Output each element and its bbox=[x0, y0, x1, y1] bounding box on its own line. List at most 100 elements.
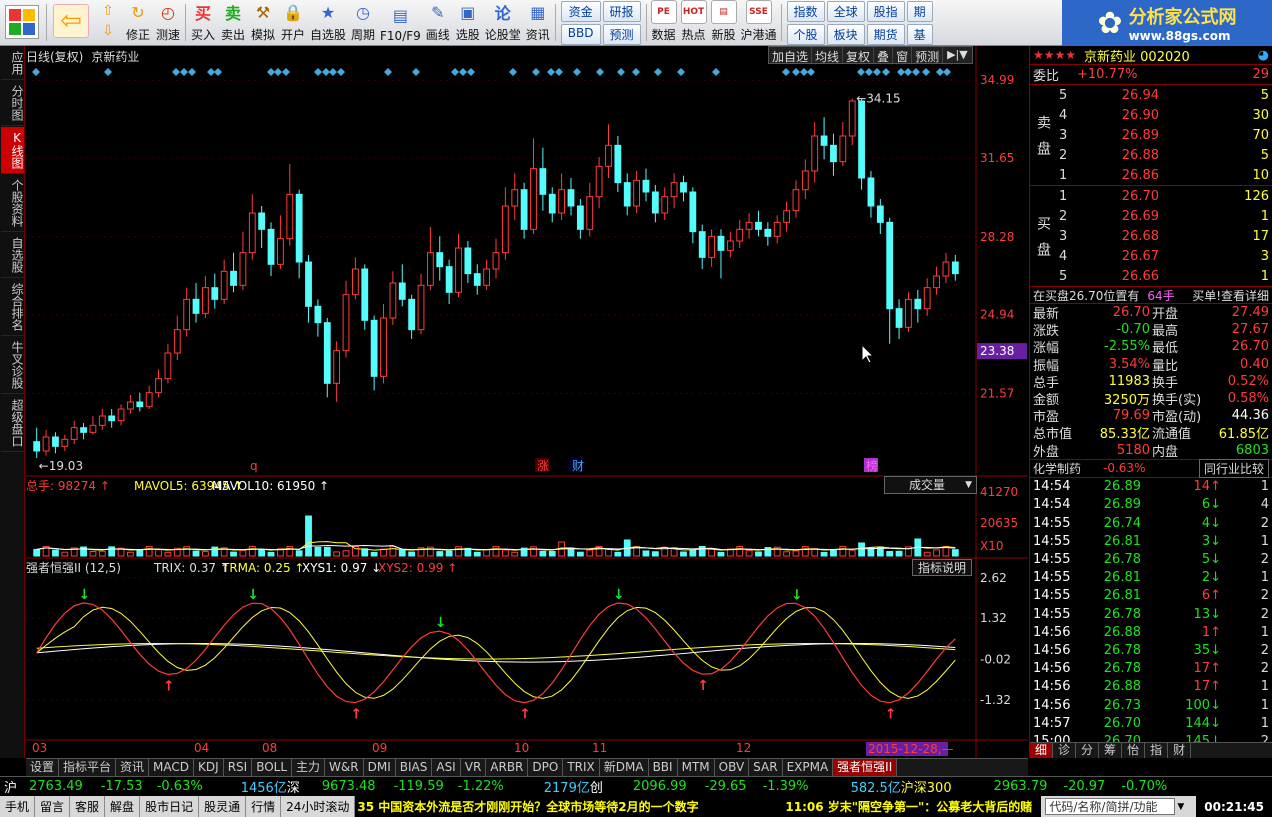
watchlist-button[interactable]: ★ 自选股 bbox=[308, 0, 348, 45]
indicator-tab-5[interactable]: RSI bbox=[224, 759, 253, 776]
status-btn-0[interactable]: 手机 bbox=[0, 796, 36, 817]
indicator-tab-15[interactable]: TRIX bbox=[563, 759, 600, 776]
kline-chart-area[interactable]: 34.99 31.65 28.28 24.94 21.57 23.38 ←34.15 ←19.… bbox=[26, 46, 1028, 758]
sell-button[interactable]: 卖卖出 bbox=[218, 0, 248, 45]
left-tab-5[interactable]: 综合排名 bbox=[1, 279, 24, 336]
status-btn-6[interactable]: 行情 bbox=[246, 796, 282, 817]
back-button[interactable]: ⇦ bbox=[49, 0, 93, 45]
buy-button[interactable]: 买买入 bbox=[188, 0, 218, 45]
market-btn-5[interactable]: 板块 bbox=[826, 23, 865, 45]
volume-selector[interactable]: 成交量 ▼ bbox=[884, 476, 977, 494]
sell-level-row[interactable]: 2 26.88 5 bbox=[1056, 145, 1272, 165]
left-tab-6[interactable]: 牛叉诊股 bbox=[1, 337, 24, 394]
indicator-tab-2[interactable]: 资讯 bbox=[116, 759, 150, 776]
quote-tab-6[interactable]: 财 bbox=[1168, 743, 1192, 758]
event-marker[interactable]: 榜 bbox=[866, 458, 878, 473]
quote-tab-2[interactable]: 分 bbox=[1076, 743, 1100, 758]
event-marker[interactable]: q bbox=[250, 459, 258, 473]
status-btn-7[interactable]: 24小时滚动 bbox=[281, 796, 356, 817]
scroll-updown-button[interactable]: ⇧ ⇩ bbox=[93, 0, 123, 45]
indicator-tab-11[interactable]: ASI bbox=[432, 759, 461, 776]
open-button[interactable]: 🔒 开户 bbox=[278, 0, 308, 45]
indicator-tab-8[interactable]: W&R bbox=[325, 759, 364, 776]
market-btn-0[interactable]: 指数 bbox=[786, 0, 825, 22]
left-tab-3[interactable]: 个股资料 bbox=[1, 175, 24, 232]
indicator-tab-13[interactable]: ARBR bbox=[486, 759, 529, 776]
chart-btn-0[interactable]: 加自选 bbox=[769, 47, 813, 64]
chart-btn-2[interactable]: 复权 bbox=[843, 47, 875, 64]
chart-btn-4[interactable]: 窗 bbox=[893, 47, 913, 64]
indicator-tab-3[interactable]: MACD bbox=[149, 759, 195, 776]
quick-btn-3[interactable]: 预测 bbox=[602, 23, 641, 45]
draw-button[interactable]: ✎ 画线 bbox=[423, 0, 453, 45]
ipo-button[interactable]: ▤ 新股 bbox=[709, 0, 739, 45]
market-btn-2[interactable]: 股指 bbox=[866, 0, 905, 22]
quote-tab-1[interactable]: 诊 bbox=[1053, 743, 1077, 758]
market-btn-3[interactable]: 期 bbox=[906, 0, 933, 22]
indicator-tab-6[interactable]: BOLL bbox=[252, 759, 293, 776]
indicator-tab-18[interactable]: MTM bbox=[678, 759, 715, 776]
buy-level-row[interactable]: 2 26.69 1 bbox=[1056, 206, 1272, 226]
pick-button[interactable]: ▣ 选股 bbox=[453, 0, 483, 45]
indicator-tab-4[interactable]: KDJ bbox=[194, 759, 224, 776]
status-btn-5[interactable]: 股灵通 bbox=[199, 796, 247, 817]
chart-menu-icon[interactable]: ▶|▼ bbox=[943, 47, 972, 63]
sector-row[interactable]: 化学制药 -0.63% 同行业比较 bbox=[1030, 458, 1272, 478]
indicator-tab-17[interactable]: BBI bbox=[649, 759, 678, 776]
search-dropdown-icon[interactable]: ▼ bbox=[1177, 802, 1184, 812]
indicator-tab-21[interactable]: EXPMA bbox=[783, 759, 834, 776]
market-btn-6[interactable]: 期货 bbox=[866, 23, 905, 45]
buy-level-row[interactable]: 3 26.68 17 bbox=[1056, 226, 1272, 246]
status-btn-1[interactable]: 留言 bbox=[35, 796, 71, 817]
indicator-tab-12[interactable]: VR bbox=[461, 759, 487, 776]
quote-tab-5[interactable]: 指 bbox=[1145, 743, 1169, 758]
quick-btn-0[interactable]: 资金 bbox=[560, 0, 601, 22]
indicator-tab-22[interactable]: 强者恒强II bbox=[833, 759, 898, 776]
buy-level-row[interactable]: 5 26.66 1 bbox=[1056, 266, 1272, 286]
event-marker[interactable]: 涨 bbox=[537, 458, 549, 473]
forum-button[interactable]: 论论股堂 bbox=[483, 0, 523, 45]
buy-level-row[interactable]: 1 26.70 126 bbox=[1056, 186, 1272, 206]
f10-button[interactable]: ▤ F10/F9 bbox=[378, 0, 423, 45]
sell-level-row[interactable]: 4 26.90 30 bbox=[1056, 105, 1272, 125]
indicator-tab-20[interactable]: SAR bbox=[749, 759, 783, 776]
quote-tab-4[interactable]: 怡 bbox=[1122, 743, 1146, 758]
news-ticker-1[interactable]: 35 中国资本外流是否才刚刚开始？全球市场等待2月的一个数字 bbox=[355, 796, 778, 817]
market-btn-4[interactable]: 个股 bbox=[786, 23, 825, 45]
indicator-tab-19[interactable]: OBV bbox=[715, 759, 750, 776]
chart-btn-1[interactable]: 均线 bbox=[812, 47, 844, 64]
grid-menu-button[interactable] bbox=[0, 0, 44, 45]
period-button[interactable]: ◷ 周期 bbox=[348, 0, 378, 45]
indicator-help-button[interactable]: 指标说明 bbox=[912, 559, 972, 576]
market-btn-7[interactable]: 基 bbox=[906, 23, 933, 45]
indicator-tab-16[interactable]: 新DMA bbox=[600, 759, 649, 776]
indicator-tab-10[interactable]: BIAS bbox=[396, 759, 433, 776]
news-ticker-2[interactable]: 11:06 岁末"隔空争第一"：公募老大背后的赌 bbox=[777, 796, 1042, 817]
event-marker[interactable]: 财 bbox=[572, 459, 584, 473]
quick-btn-2[interactable]: BBD bbox=[560, 23, 601, 45]
left-tab-2[interactable]: K线图 bbox=[1, 127, 24, 174]
simulate-button[interactable]: ⚒ 模拟 bbox=[248, 0, 278, 45]
quick-btn-1[interactable]: 研报 bbox=[602, 0, 641, 22]
left-tab-7[interactable]: 超级盘口 bbox=[1, 395, 24, 452]
indicator-tab-9[interactable]: DMI bbox=[364, 759, 396, 776]
indicator-tab-0[interactable]: 设置 bbox=[26, 759, 60, 776]
code-search-input[interactable]: 代码/名称/简拼/功能 bbox=[1045, 798, 1176, 815]
sell-level-row[interactable]: 3 26.89 70 bbox=[1056, 125, 1272, 145]
chart-btn-5[interactable]: 预测 bbox=[912, 47, 944, 64]
left-tab-4[interactable]: 自选股 bbox=[1, 233, 24, 278]
buy-level-row[interactable]: 4 26.67 3 bbox=[1056, 246, 1272, 266]
sell-level-row[interactable]: 1 26.86 10 bbox=[1056, 165, 1272, 185]
data-button[interactable]: PE 数据 bbox=[649, 0, 679, 45]
indicator-tab-1[interactable]: 指标平台 bbox=[59, 759, 117, 776]
fix-button[interactable]: ↻ 修正 bbox=[123, 0, 153, 45]
chart-btn-3[interactable]: 叠 bbox=[874, 47, 894, 64]
info-button[interactable]: ▦ 资讯 bbox=[523, 0, 553, 45]
indicator-tab-7[interactable]: 主力 bbox=[292, 759, 326, 776]
indicator-tab-14[interactable]: DPO bbox=[528, 759, 564, 776]
status-btn-4[interactable]: 股市日记 bbox=[140, 796, 200, 817]
left-tab-1[interactable]: 分时图 bbox=[1, 81, 24, 126]
hot-button[interactable]: HOT 热点 bbox=[679, 0, 709, 45]
sell-level-row[interactable]: 5 26.94 5 bbox=[1056, 85, 1272, 105]
market-btn-1[interactable]: 全球 bbox=[826, 0, 865, 22]
